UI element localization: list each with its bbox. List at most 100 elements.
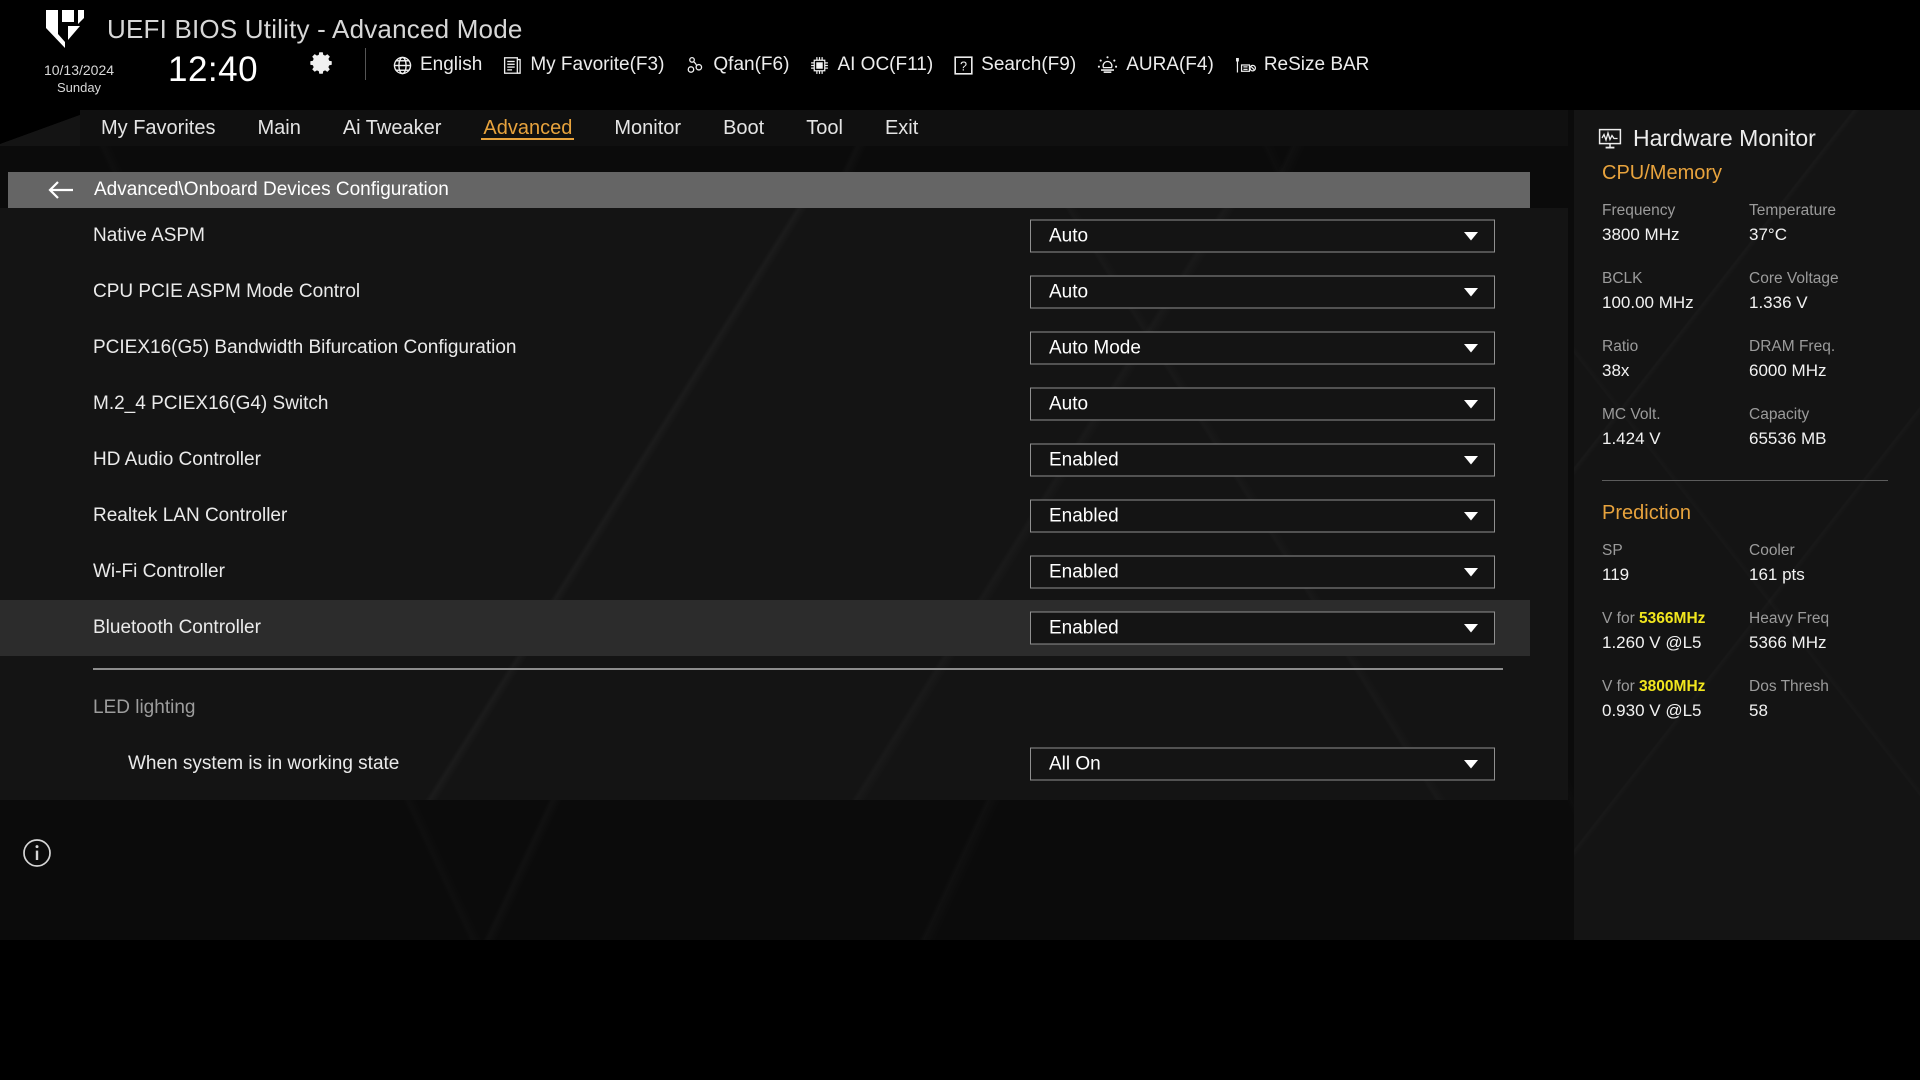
language-button[interactable]: English [392, 54, 482, 76]
settings-row-label: When system is in working state [128, 753, 400, 774]
breadcrumb: Advanced\Onboard Devices Configuration [8, 172, 1530, 208]
back-arrow-icon[interactable] [46, 179, 76, 201]
hardware-monitor-metric-label: Capacity [1749, 405, 1810, 423]
my-favorite-button[interactable]: My Favorite(F3) [502, 54, 664, 76]
settings-row[interactable]: Realtek LAN Controller Enabled [0, 488, 1530, 544]
aura-light-icon [1098, 55, 1118, 73]
settings-dropdown[interactable]: Enabled [1030, 555, 1495, 589]
hardware-monitor-readouts: Frequency 3800 MHz Temperature 37°C BCLK 100.… [1602, 200, 1896, 472]
settings-row-label: HD Audio Controller [93, 449, 261, 470]
hardware-monitor-metric: Frequency 3800 MHz [1602, 200, 1749, 248]
hardware-monitor-metric: Core Voltage 1.336 V [1749, 268, 1896, 316]
settings-row[interactable]: When system is in working state All On [0, 736, 1530, 792]
settings-dropdown-value: All On [1049, 753, 1101, 774]
settings-dropdown[interactable]: All On [1030, 747, 1495, 781]
settings-dropdown-value: Auto Mode [1049, 337, 1141, 358]
chevron-down-icon [1464, 343, 1478, 352]
hardware-monitor-row: SP 119 Cooler 161 pts [1602, 540, 1896, 588]
hardware-monitor-metric: DRAM Freq. 6000 MHz [1749, 336, 1896, 384]
settings-row-label: Wi-Fi Controller [93, 561, 225, 582]
hardware-monitor-metric: Cooler 161 pts [1749, 540, 1896, 588]
hardware-monitor-metric-value: 1.260 V @L5 [1602, 633, 1702, 653]
settings-dropdown-value: Auto [1049, 393, 1089, 414]
language-label: English [420, 54, 483, 75]
bios-screen: UEFI BIOS Utility - Advanced Mode 10/13/… [0, 0, 1920, 1080]
settings-dropdown-value: Enabled [1049, 561, 1119, 582]
hardware-monitor-metric: Temperature 37°C [1749, 200, 1896, 248]
nav-item-main[interactable]: Main [236, 110, 321, 146]
nav-item-monitor[interactable]: Monitor [593, 110, 702, 146]
settings-row[interactable]: Native ASPM Auto [0, 208, 1530, 264]
settings-row[interactable]: CPU PCIE ASPM Mode Control Auto [0, 264, 1530, 320]
nav-item-my-favorites[interactable]: My Favorites [80, 110, 236, 146]
hardware-monitor-metric-label: Cooler [1749, 542, 1795, 559]
hardware-monitor-metric-value: 65536 MB [1749, 429, 1827, 449]
gear-icon[interactable] [309, 50, 335, 76]
hardware-monitor-metric-label: V for 3800MHz [1602, 677, 1706, 695]
settings-dropdown[interactable]: Enabled [1030, 499, 1495, 533]
resize-bar-label: ReSize BAR [1263, 54, 1370, 75]
settings-dropdown[interactable]: Auto [1030, 387, 1495, 421]
settings-dropdown-value: Enabled [1049, 617, 1119, 638]
hardware-monitor-metric-value: 0.930 V @L5 [1602, 701, 1702, 721]
settings-row-label: CPU PCIE ASPM Mode Control [93, 281, 361, 302]
hardware-monitor-metric-highlight: 3800MHz [1639, 677, 1706, 695]
resize-bar-button[interactable]: ReSize BAR [1234, 54, 1370, 76]
settings-row[interactable]: Wi-Fi Controller Enabled [0, 544, 1530, 600]
globe-icon [393, 56, 412, 74]
settings-dropdown[interactable]: Enabled [1030, 443, 1495, 477]
nav-item-boot[interactable]: Boot [702, 110, 785, 146]
chevron-down-icon [1464, 623, 1478, 632]
my-favorite-label: My Favorite(F3) [530, 54, 665, 75]
settings-row[interactable]: Bluetooth Controller Enabled [0, 600, 1530, 656]
header-toolbar: English My Favorite(F3) Qfan(F6) AI OC(F… [392, 50, 1369, 80]
settings-dropdown[interactable]: Auto [1030, 275, 1495, 309]
settings-dropdown[interactable]: Enabled [1030, 611, 1495, 645]
footer-bar: Q-Dashboard(Insert)Last ModifiedEzMode(F… [0, 940, 1920, 1080]
header-separator [365, 48, 366, 80]
breadcrumb-path: Advanced\Onboard Devices Configuration [94, 179, 449, 200]
settings-dropdown-value: Enabled [1049, 449, 1119, 470]
hardware-monitor-readouts: SP 119 Cooler 161 pts V for 5366MHz 1.260 V @… [1602, 540, 1896, 744]
hardware-monitor-metric-label: BCLK [1602, 269, 1643, 287]
hardware-monitor-metric: Ratio 38x [1602, 336, 1749, 384]
svg-text:?: ? [960, 59, 967, 73]
hardware-monitor-metric: V for 5366MHz 1.260 V @L5 [1602, 608, 1749, 656]
qfan-label: Qfan(F6) [713, 54, 790, 75]
aura-label: AURA(F4) [1126, 54, 1214, 75]
hardware-monitor-metric: SP 119 [1602, 540, 1749, 588]
aura-button[interactable]: AURA(F4) [1096, 54, 1214, 76]
settings-row-label: LED lighting [93, 697, 196, 718]
day-text: Sunday [56, 79, 102, 95]
hardware-monitor-metric-label: Dos Thresh [1749, 677, 1829, 695]
hardware-monitor-metric-value: 6000 MHz [1749, 361, 1827, 381]
hardware-monitor-metric: Heavy Freq 5366 MHz [1749, 608, 1896, 656]
hardware-monitor-metric-label: Temperature [1749, 202, 1837, 219]
settings-row[interactable]: M.2_4 PCIEX16(G4) Switch Auto [0, 376, 1530, 432]
settings-section-header: LED lighting [0, 680, 1530, 736]
settings-row[interactable]: PCIEX16(G5) Bandwidth Bifurcation Config… [0, 320, 1530, 376]
settings-row[interactable]: Windows Dynamic LightingDisabled [0, 792, 1530, 800]
search-button[interactable]: ? Search(F9) [953, 54, 1076, 76]
settings-row[interactable]: HD Audio Controller Enabled [0, 432, 1530, 488]
hardware-monitor-metric: MC Volt. 1.424 V [1602, 404, 1749, 452]
monitor-waveform-icon [1598, 128, 1622, 149]
chevron-down-icon [1464, 287, 1478, 296]
nav-item-tool[interactable]: Tool [785, 110, 864, 146]
settings-row-label: Native ASPM [93, 225, 205, 246]
nav-item-advanced[interactable]: Advanced [462, 110, 593, 146]
nav-item-ai-tweaker[interactable]: Ai Tweaker [322, 110, 463, 146]
hardware-monitor-title: Hardware Monitor [1598, 125, 1816, 152]
nav-item-exit[interactable]: Exit [864, 110, 939, 146]
chevron-down-icon [1464, 759, 1478, 768]
settings-dropdown[interactable]: Auto Mode [1030, 331, 1495, 365]
info-circle-icon[interactable] [22, 838, 52, 873]
hardware-monitor-row: V for 3800MHz 0.930 V @L5 Dos Thresh 58 [1602, 676, 1896, 724]
qfan-button[interactable]: Qfan(F6) [684, 54, 789, 76]
chevron-down-icon [1464, 567, 1478, 576]
hardware-monitor-row: MC Volt. 1.424 V Capacity 65536 MB [1602, 404, 1896, 452]
settings-dropdown[interactable]: Auto [1030, 219, 1495, 253]
settings-divider [93, 668, 1503, 670]
resize-bar-icon [1235, 57, 1256, 72]
ai-oc-button[interactable]: AI OC(F11) [809, 54, 933, 76]
